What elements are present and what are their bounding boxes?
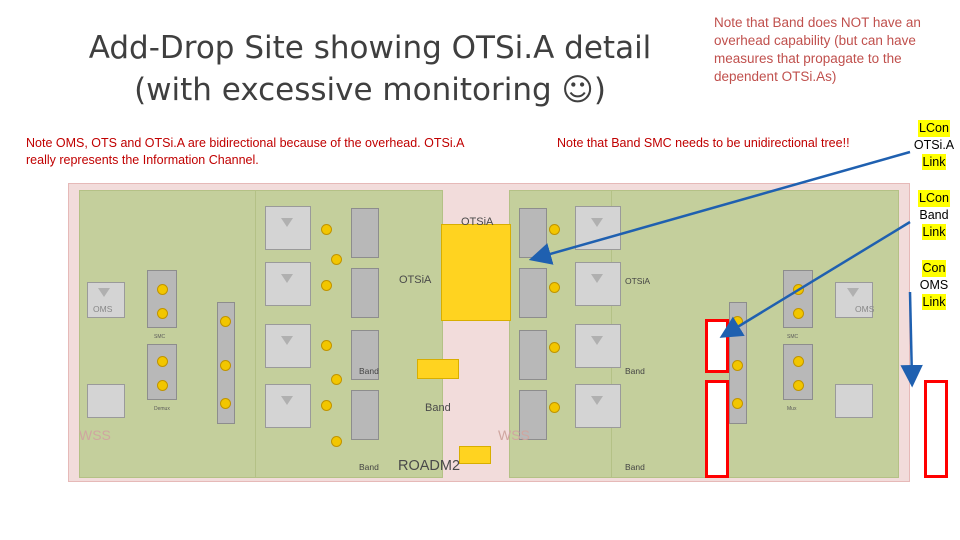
measure-point-icon — [321, 224, 332, 235]
measure-point-icon — [157, 308, 168, 319]
band-label-right: Band — [625, 366, 645, 376]
component-box — [351, 390, 379, 440]
component-box — [575, 206, 621, 250]
legend-oms-line2: OMS — [919, 277, 949, 292]
legend-item-oms: Con OMS Link — [912, 260, 956, 311]
highlight-rect-band-smc-2 — [705, 380, 729, 478]
legend-item-otsia: LCon OTSi.A Link — [912, 120, 956, 171]
component-box — [519, 208, 547, 258]
band-label-center: Band — [425, 402, 451, 414]
component-box — [575, 262, 621, 306]
measure-point-icon — [220, 316, 231, 327]
measure-point-icon — [793, 380, 804, 391]
component-box — [351, 268, 379, 318]
otsia-label-right: OTSiA — [625, 276, 651, 286]
measure-point-icon — [549, 402, 560, 413]
slide-canvas: Add-Drop Site showing OTSi.A detail (wit… — [0, 0, 960, 540]
note-band-smc: Note that Band SMC needs to be unidirect… — [557, 136, 850, 150]
measure-point-icon — [793, 356, 804, 367]
band-label-right2: Band — [625, 462, 645, 472]
otsia-label-top: OTSiA — [461, 216, 494, 228]
legend-band-line3: Link — [921, 223, 947, 241]
measure-point-icon — [549, 342, 560, 353]
amplifier-icon — [281, 218, 293, 227]
measure-point-icon — [549, 282, 560, 293]
component-box — [835, 384, 873, 418]
wss-label-left: WSS — [79, 427, 111, 443]
amplifier-icon — [281, 396, 293, 405]
measure-point-icon — [331, 436, 342, 447]
measure-point-icon — [549, 224, 560, 235]
component-box — [519, 268, 547, 318]
otsia-label-mid: OTSiA — [399, 274, 432, 286]
legend-otsia-line1: LCon — [918, 120, 950, 137]
amplifier-icon — [591, 396, 603, 405]
band-highlight-block — [417, 359, 459, 379]
note-bidirectional: Note OMS, OTS and OTSi.A are bidirection… — [26, 136, 464, 168]
measure-point-icon — [220, 398, 231, 409]
component-box — [265, 384, 311, 428]
measure-point-icon — [732, 316, 743, 327]
band-label-bottom: Band — [359, 462, 379, 472]
oms-label-left: OMS — [93, 304, 113, 314]
component-box — [265, 206, 311, 250]
page-title: Add-Drop Site showing OTSi.A detail (wit… — [88, 30, 652, 108]
measure-point-icon — [793, 284, 804, 295]
measure-point-icon — [331, 374, 342, 385]
legend-oms-line1: Con — [921, 260, 947, 277]
wss-label-right: WSS — [498, 427, 530, 443]
amplifier-icon — [98, 288, 110, 297]
component-caption: Mux — [787, 406, 797, 412]
measure-point-icon — [321, 400, 332, 411]
component-caption: SMC — [154, 334, 166, 340]
component-box — [265, 324, 311, 368]
roadm-label: ROADM2 — [398, 458, 461, 474]
component-box — [575, 324, 621, 368]
measure-point-icon — [732, 398, 743, 409]
network-diagram: OMS SMC Demux Band Band OTSiA OTSiA Band — [68, 183, 948, 482]
component-box — [519, 330, 547, 380]
legend-oms-line3: Link — [921, 293, 947, 311]
component-caption: Demux — [154, 406, 170, 412]
component-caption: SMC — [787, 334, 799, 340]
band-label-left: Band — [359, 366, 379, 376]
component-box — [147, 270, 177, 328]
amplifier-icon — [847, 288, 859, 297]
component-box — [351, 208, 379, 258]
measure-point-icon — [157, 356, 168, 367]
component-box — [265, 262, 311, 306]
measure-point-icon — [321, 340, 332, 351]
node-block-right — [611, 190, 899, 478]
amplifier-icon — [281, 274, 293, 283]
highlight-rect-oms — [924, 380, 948, 478]
measure-point-icon — [321, 280, 332, 291]
legend-otsia-line3: Link — [921, 153, 947, 171]
component-box — [87, 384, 125, 418]
legend-band-line1: LCon — [918, 190, 950, 207]
note-band-overhead: Note that Band does NOT have an overhead… — [714, 15, 921, 84]
legend-item-band: LCon Band Link — [912, 190, 956, 241]
oms-label-right: OMS — [855, 304, 875, 314]
legend-otsia-line2: OTSi.A — [913, 137, 955, 152]
otsia-highlight-block — [441, 224, 511, 321]
measure-point-icon — [220, 360, 231, 371]
measure-point-icon — [732, 360, 743, 371]
highlight-rect-band-smc — [705, 319, 729, 373]
component-box — [783, 344, 813, 400]
oms-highlight-block — [459, 446, 491, 464]
component-box — [147, 344, 177, 400]
amplifier-icon — [281, 336, 293, 345]
measure-point-icon — [793, 308, 804, 319]
amplifier-icon — [591, 336, 603, 345]
component-box — [575, 384, 621, 428]
amplifier-icon — [591, 218, 603, 227]
component-box — [783, 270, 813, 328]
measure-point-icon — [331, 254, 342, 265]
amplifier-icon — [591, 274, 603, 283]
legend-band-line2: Band — [919, 207, 949, 222]
measure-point-icon — [157, 284, 168, 295]
measure-point-icon — [157, 380, 168, 391]
